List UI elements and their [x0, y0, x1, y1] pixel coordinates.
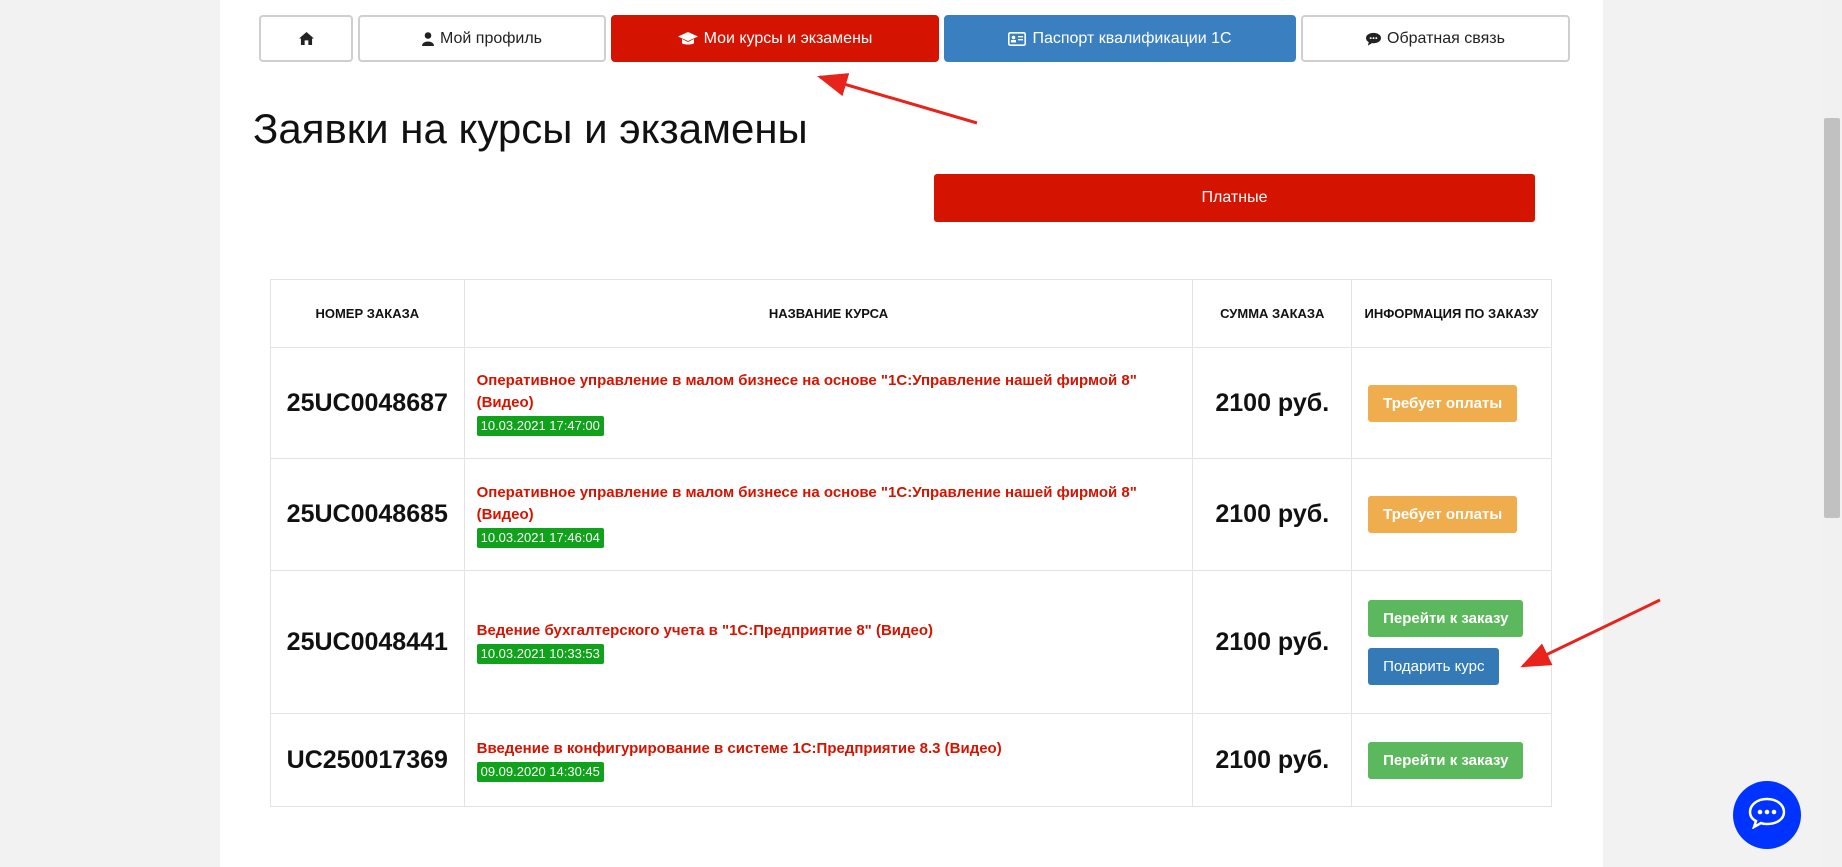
chat-widget-button[interactable]: [1733, 781, 1801, 849]
header-order-info: Информация по заказу: [1351, 279, 1552, 348]
order-info-cell: Перейти к заказу Подарить курс: [1351, 570, 1552, 714]
nav-profile-button[interactable]: Мой профиль: [358, 15, 606, 62]
table-header-row: Номер заказа Название курса Сумма заказа…: [270, 279, 1552, 348]
scrollbar-thumb[interactable]: [1824, 118, 1840, 518]
header-course-name: Название курса: [463, 279, 1194, 348]
course-title: Оперативное управление в малом бизнесе н…: [476, 372, 1137, 411]
home-icon: [298, 32, 314, 45]
course-title: Введение в конфигурирование в системе 1С…: [476, 740, 1002, 757]
course-cell: Оперативное управление в малом бизнесе н…: [463, 458, 1194, 571]
nav-courses-button[interactable]: Мои курсы и экзамены: [611, 15, 939, 62]
course-cell: Введение в конфигурирование в системе 1С…: [463, 713, 1194, 807]
orders-table: Номер заказа Название курса Сумма заказа…: [270, 279, 1552, 807]
chat-bubble-icon: [1748, 797, 1786, 834]
page-title: Заявки на курсы и экзамены: [253, 105, 808, 152]
order-number: 25UC0048441: [270, 570, 465, 714]
order-info-cell: Перейти к заказу: [1351, 713, 1552, 807]
nav-feedback-label: Обратная связь: [1387, 29, 1505, 47]
table-row: 25UC0048687 Оперативное управление в мал…: [270, 347, 1552, 459]
nav-feedback-button[interactable]: Обратная связь: [1301, 15, 1570, 62]
order-sum: 2100 руб.: [1192, 713, 1353, 807]
graduation-cap-icon: [677, 31, 698, 46]
nav-profile-label: Мой профиль: [439, 29, 543, 47]
go-to-order-button[interactable]: Перейти к заказу: [1368, 741, 1524, 779]
course-cell: Ведение бухгалтерского учета в "1С:Предп…: [463, 570, 1194, 714]
nav-courses-label: Мои курсы и экзамены: [703, 29, 873, 47]
course-title: Ведение бухгалтерского учета в "1С:Предп…: [476, 622, 934, 639]
nav-passport-label: Паспорт квалификации 1С: [1032, 29, 1232, 47]
order-date-badge: 10.03.2021 10:33:53: [476, 644, 604, 664]
header-order-sum: Сумма заказа: [1192, 279, 1353, 348]
paid-filter-button[interactable]: Платные: [934, 174, 1535, 222]
id-card-icon: [1008, 31, 1027, 46]
order-info-cell: Требует оплаты: [1351, 347, 1552, 459]
order-info-cell: Требует оплаты: [1351, 458, 1552, 571]
course-title: Оперативное управление в малом бизнесе н…: [476, 483, 1137, 523]
course-cell: Оперативное управление в малом бизнесе н…: [463, 347, 1194, 459]
order-sum: 2100 руб.: [1192, 347, 1353, 459]
go-to-order-button[interactable]: Перейти к заказу: [1368, 599, 1524, 637]
table-row: 25UC0048685 Оперативное управление в мал…: [270, 458, 1552, 571]
requires-payment-button[interactable]: Требует оплаты: [1368, 496, 1518, 533]
table-row: 25UC0048441 Ведение бухгалтерского учета…: [270, 570, 1552, 714]
home-button[interactable]: [259, 15, 353, 62]
table-row: UC250017369 Введение в конфигурирование …: [270, 713, 1552, 807]
order-date-badge: 09.09.2020 14:30:45: [476, 762, 604, 782]
requires-payment-button[interactable]: Требует оплаты: [1368, 384, 1518, 422]
order-number: UC250017369: [270, 713, 465, 807]
order-sum: 2100 руб.: [1192, 458, 1353, 571]
nav-passport-button[interactable]: Паспорт квалификации 1С: [944, 15, 1296, 62]
order-date-badge: 10.03.2021 17:46:04: [476, 527, 604, 548]
header-order-number: Номер заказа: [270, 279, 465, 348]
paid-filter-label: Платные: [1201, 189, 1268, 206]
order-sum: 2100 руб.: [1192, 570, 1353, 714]
order-number: 25UC0048687: [270, 347, 465, 459]
gift-course-button[interactable]: Подарить курс: [1368, 647, 1500, 685]
order-date-badge: 10.03.2021 17:47:00: [476, 416, 604, 436]
user-icon: [421, 31, 434, 46]
order-number: 25UC0048685: [270, 458, 465, 571]
comment-icon: [1366, 32, 1382, 46]
